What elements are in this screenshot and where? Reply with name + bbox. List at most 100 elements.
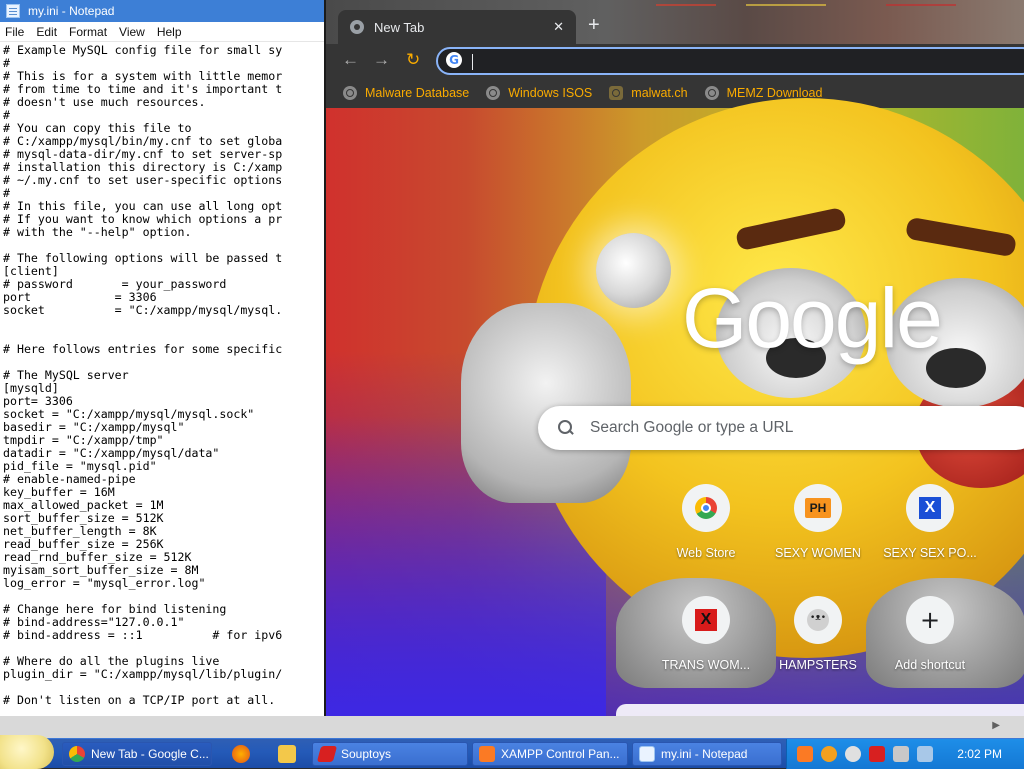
notepad-line: # bind-address = ::1 # for ipv6 [3,628,283,642]
taskbar-button-label: my.ini - Notepad [661,747,748,761]
x-icon: X [695,609,717,631]
x-icon: X [919,497,941,519]
reload-icon[interactable]: ↻ [406,50,420,70]
xampp-icon [479,746,495,762]
background-window-scrollbar[interactable]: ▶ [0,716,1024,738]
wallpaper-streak [886,4,956,6]
globe-icon [704,86,719,100]
volume-icon[interactable] [917,746,933,762]
globe-icon [343,86,357,100]
hamster-icon [807,609,829,631]
start-button[interactable] [0,735,54,769]
shortcut-icon-circle: X [682,596,730,644]
search-placeholder: Search Google or type a URL [590,419,794,436]
taskbar-button-xampp[interactable]: XAMPP Control Pan... [472,742,628,766]
shortcut-label: HAMPSTERS [779,658,857,672]
chrome-icon [69,746,85,762]
customize-panel-edge [616,704,1024,716]
google-logo: Google [682,271,943,365]
notepad-line: socket = "C:/xampp/mysql/mysql. [3,303,283,317]
google-g-icon: G [446,52,462,68]
bookmark-windows-isos[interactable]: Windows ISOS [486,86,592,100]
notepad-line: # with the "--help" option. [3,225,192,239]
notepad-line: # Example MySQL config file for small sy [3,44,283,57]
new-tab-page: Google Search Google or type a URL Web S… [326,98,1024,716]
notepad-icon [639,746,655,762]
bookmark-malwatch[interactable]: malwat.ch [609,86,688,100]
tab-title: New Tab [374,19,425,35]
wallpaper-streak [656,4,716,6]
network-icon[interactable] [893,746,909,762]
xampp-tray-icon[interactable] [797,746,813,762]
taskbar-button-label: New Tab - Google C... [91,747,209,761]
taskbar-button-chrome[interactable]: New Tab - Google C... [62,742,212,766]
clock[interactable]: 2:02 PM [957,747,1002,761]
notepad-title-bar[interactable]: my.ini - Notepad [0,0,326,22]
search-tray-icon[interactable] [821,746,837,762]
notepad-menu-bar: File Edit Format View Help [0,22,326,42]
bookmark-label: Malware Database [365,86,470,100]
taskbar-button-label: XAMPP Control Pan... [501,747,620,761]
shortcut-label: TRANS WOM... [661,658,751,672]
notepad-line: # ~/.my.cnf to set user-specific options [3,173,283,187]
shortcut-label: SEXY WOMEN [775,546,861,560]
webstore-icon [695,497,717,519]
shortcut-sexy-sex-po[interactable]: X SEXY SEX PO... [874,484,986,560]
new-tab-button[interactable]: + [588,14,600,37]
menu-file[interactable]: File [0,25,31,39]
bookmark-malware-database[interactable]: Malware Database [343,86,469,100]
notepad-line: # Don't listen on a TCP/IP port at all. [3,693,276,707]
security-alert-icon[interactable] [869,746,885,762]
taskbar-button-souptoys[interactable]: Souptoys [312,742,468,766]
shortcut-web-store[interactable]: Web Store [650,484,762,560]
chrome-favicon-icon [350,20,364,34]
ph-icon: PH [805,498,831,518]
shortcut-sexy-women[interactable]: PH SEXY WOMEN [762,484,874,560]
notepad-text-area[interactable]: # Example MySQL config file for small sy… [3,44,321,714]
smiley-ball [596,233,671,308]
notepad-line: # doesn't use much resources. [3,95,206,109]
bookmark-label: malwat.ch [631,86,688,100]
address-bar[interactable]: G [436,47,1024,75]
smiley-hand [461,303,631,503]
back-icon[interactable]: ← [342,50,359,70]
shortcut-label: SEXY SEX PO... [883,546,977,560]
shortcut-label: Web Store [676,546,736,560]
folder-icon[interactable] [278,745,296,763]
notepad-title: my.ini - Notepad [28,4,115,18]
notepad-window: my.ini - Notepad File Edit Format View H… [0,0,326,738]
notepad-line [3,317,321,330]
search-box[interactable]: Search Google or type a URL [538,406,1024,450]
menu-view[interactable]: View [114,25,152,39]
taskbar: New Tab - Google C... Souptoys XAMPP Con… [0,735,1024,769]
close-tab-icon[interactable]: ✕ [553,19,564,35]
shortcut-icon-circle [682,484,730,532]
notepad-line: plugin_dir = "C:/xampp/mysql/lib/plugin/ [3,667,283,681]
search-icon [558,420,574,436]
plus-icon: + [919,606,941,634]
text-caret [472,54,473,70]
wallpaper-streak [746,4,826,6]
menu-help[interactable]: Help [152,25,189,39]
menu-edit[interactable]: Edit [31,25,64,39]
forward-icon[interactable]: → [373,50,390,70]
taskbar-button-label: Souptoys [341,747,392,761]
tab-strip: New Tab ✕ + [326,0,1024,44]
shortcut-label: Add shortcut [894,658,966,672]
notepad-line: log_error = "mysql_error.log" [3,576,206,590]
chrome-window: New Tab ✕ + ← → ↻ G Malware Database Win… [324,0,1024,716]
shortcut-icon-circle [794,596,842,644]
menu-format[interactable]: Format [64,25,114,39]
person-icon [609,86,624,100]
firefox-icon[interactable] [232,745,250,763]
smiley-tray-icon[interactable] [845,746,861,762]
taskbar-button-notepad[interactable]: my.ini - Notepad [632,742,782,766]
shortcut-trans-wom[interactable]: X TRANS WOM... [650,596,762,672]
shortcut-hampsters[interactable]: HAMPSTERS [762,596,874,672]
shortcut-add[interactable]: + Add shortcut [874,596,986,672]
system-tray: 2:02 PM [786,739,1024,769]
notepad-line: # Here follows entries for some specific [3,342,283,356]
tab-new-tab[interactable]: New Tab ✕ [338,10,576,44]
scroll-right-icon[interactable]: ▶ [992,720,1000,731]
bookmark-label: Windows ISOS [508,86,593,100]
